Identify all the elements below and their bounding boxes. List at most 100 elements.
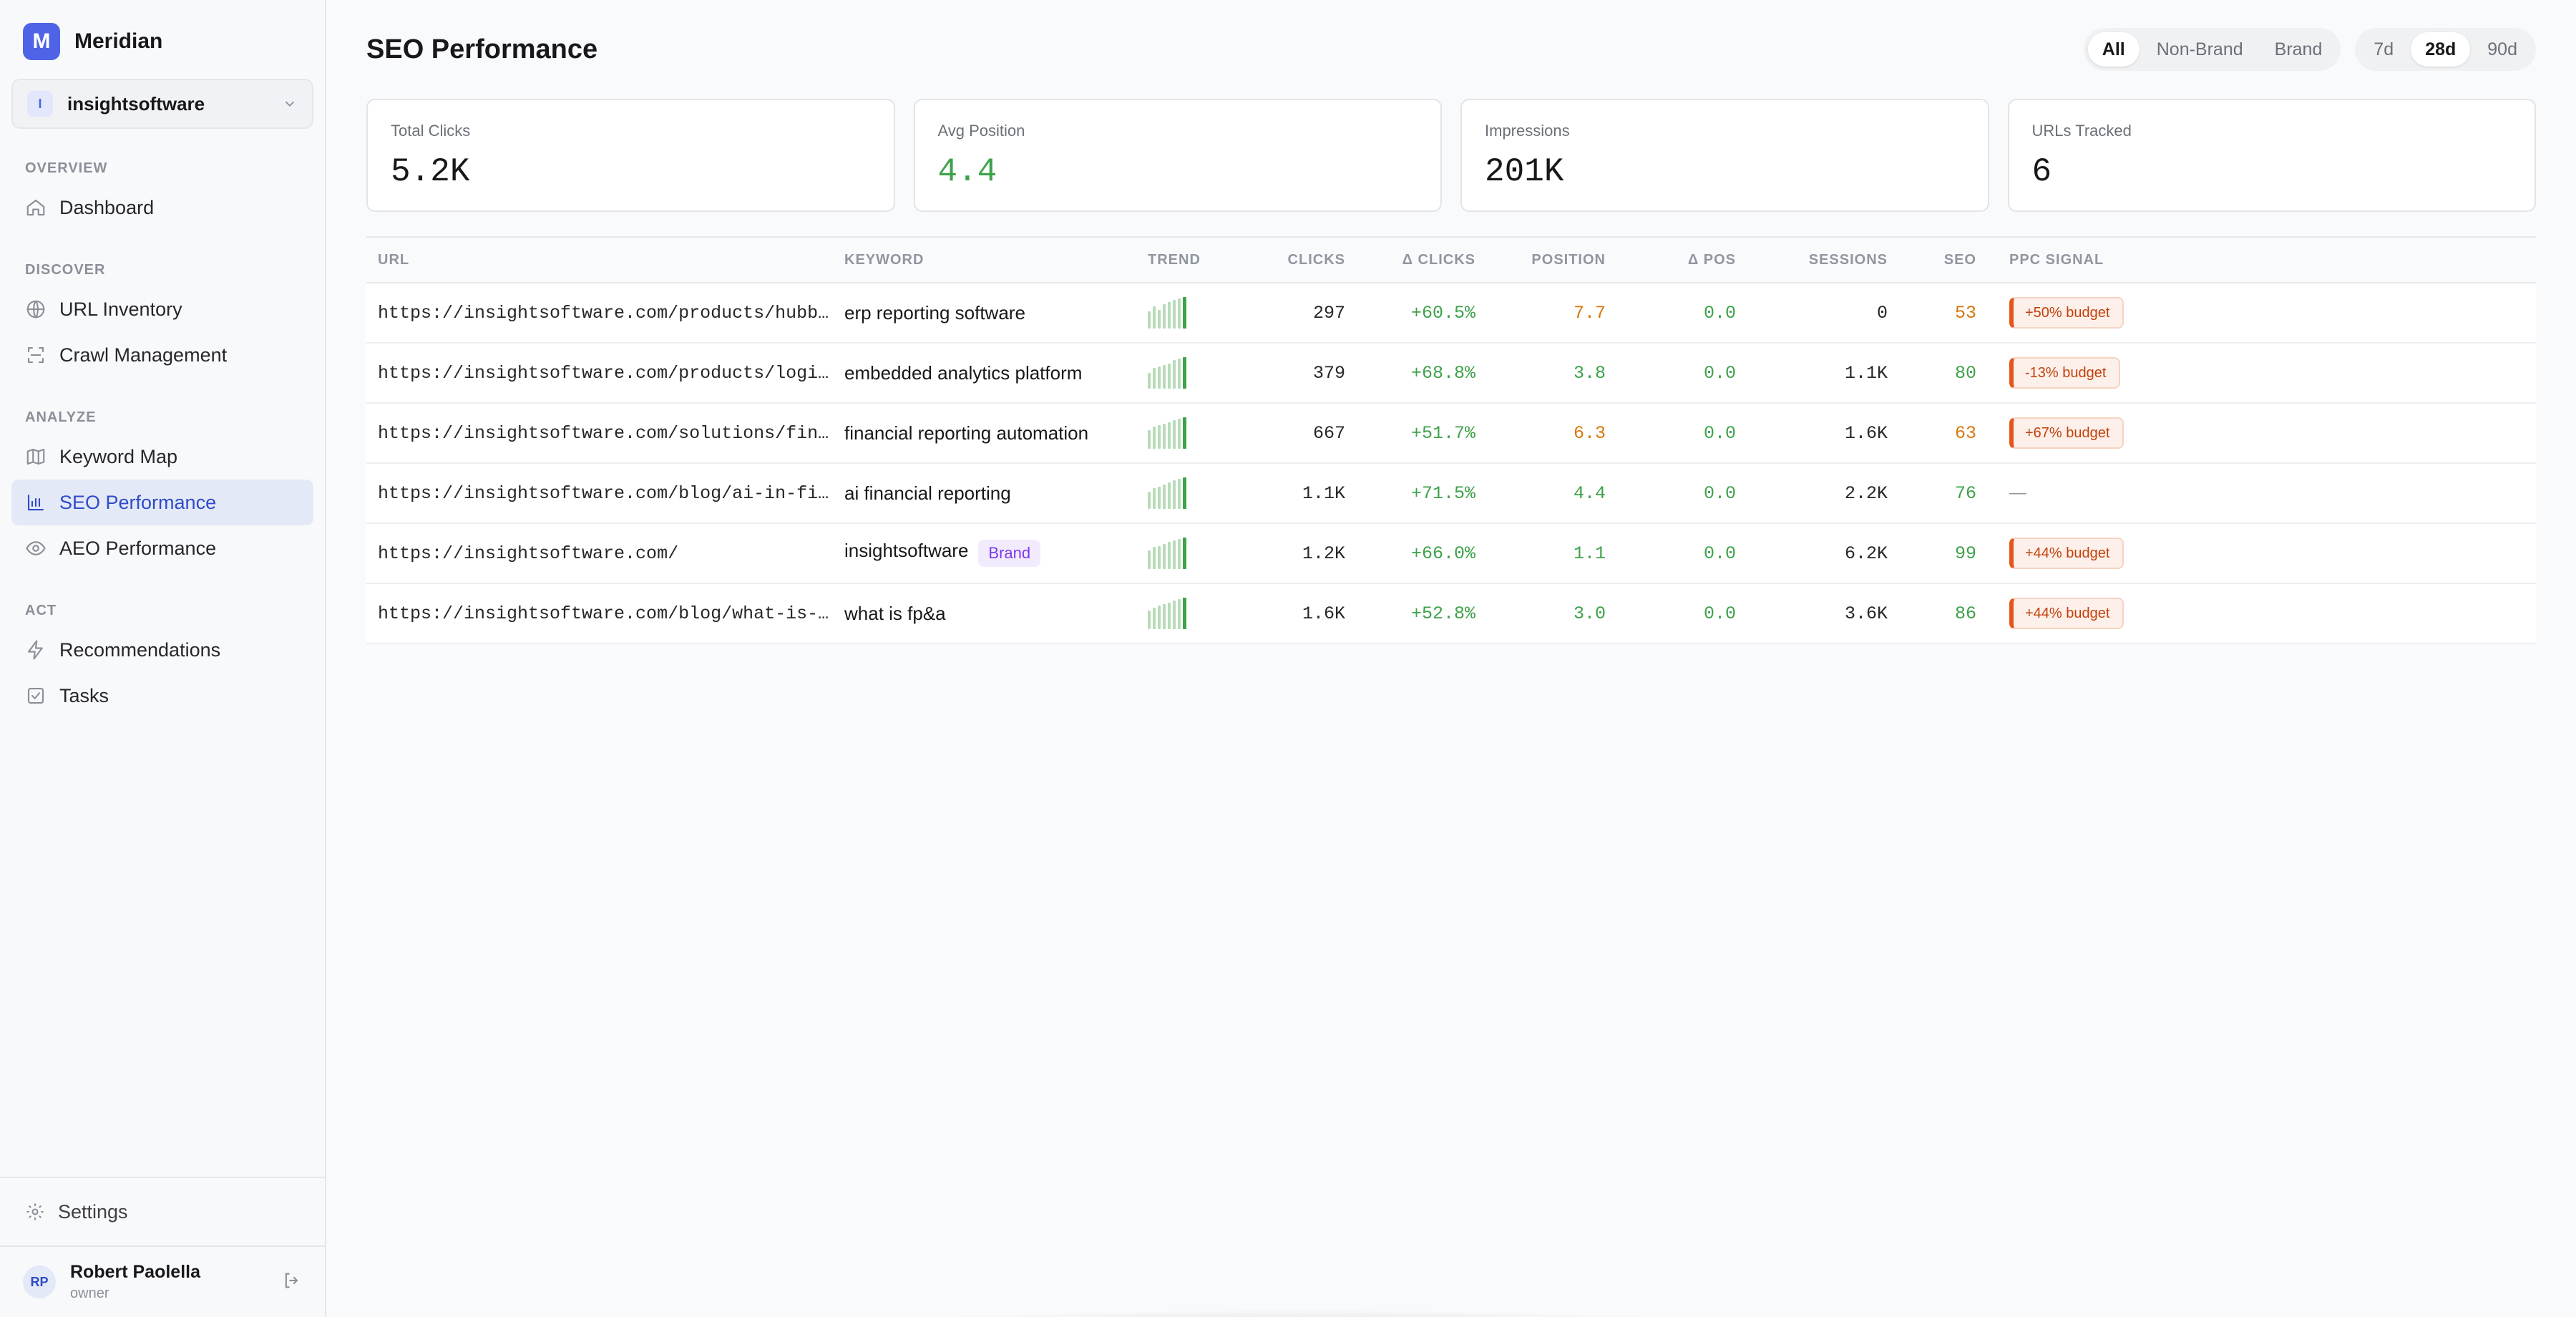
seo-score-cell: 86 <box>1954 603 1976 624</box>
sidebar-item-crawl-management[interactable]: Crawl Management <box>11 332 313 378</box>
sidebar-item-aeo-performance[interactable]: AEO Performance <box>11 525 313 571</box>
column-header[interactable]: PPC SIGNAL <box>1976 252 2536 268</box>
sidebar: M Meridian I insightsoftware OVERVIEW Das… <box>0 0 326 1317</box>
settings-label: Settings <box>58 1200 128 1223</box>
logout-icon[interactable] <box>282 1270 302 1294</box>
filter-non-brand[interactable]: Non-Brand <box>2142 32 2258 67</box>
clicks-cell: 1.2K <box>1302 543 1345 564</box>
table-body: https://insightsoftware.com/products/hub… <box>366 283 2536 644</box>
trend-bar <box>1173 540 1176 569</box>
sidebar-item-recommendations[interactable]: Recommendations <box>11 627 313 673</box>
column-header[interactable]: CLICKS <box>1245 252 1345 268</box>
nav-heading: DISCOVER <box>25 262 106 278</box>
clicks-cell: 667 <box>1312 422 1345 444</box>
column-header[interactable]: KEYWORD <box>844 252 1148 268</box>
trend-bar <box>1163 544 1166 569</box>
trend-bar <box>1153 547 1156 569</box>
ppc-signal-badge: +50% budget <box>2009 297 2124 329</box>
column-header[interactable]: SEO <box>1888 252 1976 268</box>
map-icon <box>26 448 45 465</box>
position-cell: 3.8 <box>1573 362 1606 384</box>
bar-chart-icon <box>27 494 44 511</box>
table-row[interactable]: https://insightsoftware.com/solutions/fi… <box>366 404 2536 464</box>
trend-bar <box>1183 598 1186 629</box>
kpi-card: Avg Position 4.4 <box>913 99 1442 212</box>
trend-bar <box>1178 359 1181 389</box>
delta-position-cell: 0.0 <box>1703 422 1736 444</box>
url-cell[interactable]: https://insightsoftware.com/blog/ai-in-f… <box>378 483 836 504</box>
range-90d[interactable]: 90d <box>2473 32 2532 67</box>
column-header[interactable]: URL <box>366 252 844 268</box>
sidebar-item-dashboard[interactable]: Dashboard <box>11 185 313 230</box>
keyword-cell: ai financial reporting <box>844 482 1011 504</box>
trend-bar <box>1168 482 1171 509</box>
kpi-label: Avg Position <box>937 122 1025 140</box>
column-header[interactable]: Δ CLICKS <box>1345 252 1475 268</box>
filter-all[interactable]: All <box>2087 32 2140 67</box>
keyword-cell: erp reporting software <box>844 301 1025 324</box>
keyword-cell: financial reporting automation <box>844 422 1089 444</box>
trend-bar <box>1148 430 1151 449</box>
trend-bar <box>1148 492 1151 509</box>
trend-bar <box>1153 427 1156 449</box>
nav-heading: ANALYZE <box>25 409 97 425</box>
table-row[interactable]: https://insightsoftware.com/products/log… <box>366 344 2536 404</box>
url-cell[interactable]: https://insightsoftware.com/products/log… <box>378 363 836 384</box>
filter-brand[interactable]: Brand <box>2260 32 2337 67</box>
delta-position-cell: 0.0 <box>1703 482 1736 504</box>
column-header[interactable]: POSITION <box>1475 252 1606 268</box>
delta-position-cell: 0.0 <box>1703 362 1736 384</box>
sidebar-item-keyword-map[interactable]: Keyword Map <box>11 434 313 480</box>
sidebar-item-label: AEO Performance <box>59 537 217 559</box>
workspace-name: insightsoftware <box>67 92 205 115</box>
kpi-card: Total Clicks 5.2K <box>366 99 895 212</box>
sidebar-item-label: URL Inventory <box>59 298 182 320</box>
trend-bar <box>1173 300 1176 329</box>
url-cell[interactable]: https://insightsoftware.com/blog/what-is… <box>378 603 836 624</box>
delta-clicks-cell: +71.5% <box>1410 482 1475 504</box>
trend-bar <box>1168 422 1171 449</box>
trend-bar <box>1168 603 1171 629</box>
url-cell[interactable]: https://insightsoftware.com/ <box>378 543 836 564</box>
trend-sparkline <box>1148 538 1245 569</box>
trend-bar <box>1158 487 1161 509</box>
sessions-cell: 6.2K <box>1844 543 1888 564</box>
table-row[interactable]: https://insightsoftware.com/insightsoftw… <box>366 524 2536 584</box>
url-cell[interactable]: https://insightsoftware.com/products/hub… <box>378 303 836 324</box>
workspace-switcher[interactable]: I insightsoftware <box>11 79 313 129</box>
range-7d[interactable]: 7d <box>2359 32 2408 67</box>
sidebar-item-tasks[interactable]: Tasks <box>11 673 313 719</box>
trend-sparkline <box>1148 598 1245 629</box>
trend-bar <box>1178 599 1181 629</box>
seo-score-cell: 99 <box>1954 543 1976 564</box>
table-row[interactable]: https://insightsoftware.com/blog/ai-in-f… <box>366 464 2536 524</box>
column-header[interactable]: Δ POS <box>1606 252 1736 268</box>
trend-bar <box>1153 488 1156 509</box>
sidebar-item-url-inventory[interactable]: URL Inventory <box>11 286 313 332</box>
seo-score-cell: 53 <box>1954 302 1976 324</box>
trend-bar <box>1153 608 1156 629</box>
column-header[interactable]: SESSIONS <box>1736 252 1888 268</box>
table-row[interactable]: https://insightsoftware.com/blog/what-is… <box>366 584 2536 644</box>
seo-table: URL KEYWORD TREND CLICKS Δ CLICKS POSITION Δ P… <box>366 236 2536 644</box>
eye-icon <box>26 541 46 555</box>
position-cell: 7.7 <box>1573 302 1606 324</box>
column-header[interactable]: TREND <box>1148 252 1245 268</box>
url-cell[interactable]: https://insightsoftware.com/solutions/fi… <box>378 423 836 444</box>
trend-bar <box>1183 538 1186 569</box>
table-row[interactable]: https://insightsoftware.com/products/hub… <box>366 283 2536 344</box>
sidebar-item-label: SEO Performance <box>59 491 217 513</box>
delta-position-cell: 0.0 <box>1703 302 1736 324</box>
keyword-cell: insightsoftware <box>844 539 969 561</box>
keyword-cell: embedded analytics platform <box>844 361 1083 384</box>
range-28d[interactable]: 28d <box>2411 32 2471 67</box>
trend-bar <box>1158 606 1161 629</box>
delta-clicks-cell: +52.8% <box>1410 603 1475 624</box>
settings-link[interactable]: Settings <box>0 1177 325 1245</box>
avatar[interactable]: RP <box>23 1265 56 1298</box>
trend-bar <box>1158 366 1161 389</box>
trend-bar <box>1183 357 1186 389</box>
sidebar-item-seo-performance[interactable]: SEO Performance <box>11 480 313 525</box>
ppc-signal-badge: -13% budget <box>2009 357 2121 389</box>
position-cell: 6.3 <box>1573 422 1606 444</box>
